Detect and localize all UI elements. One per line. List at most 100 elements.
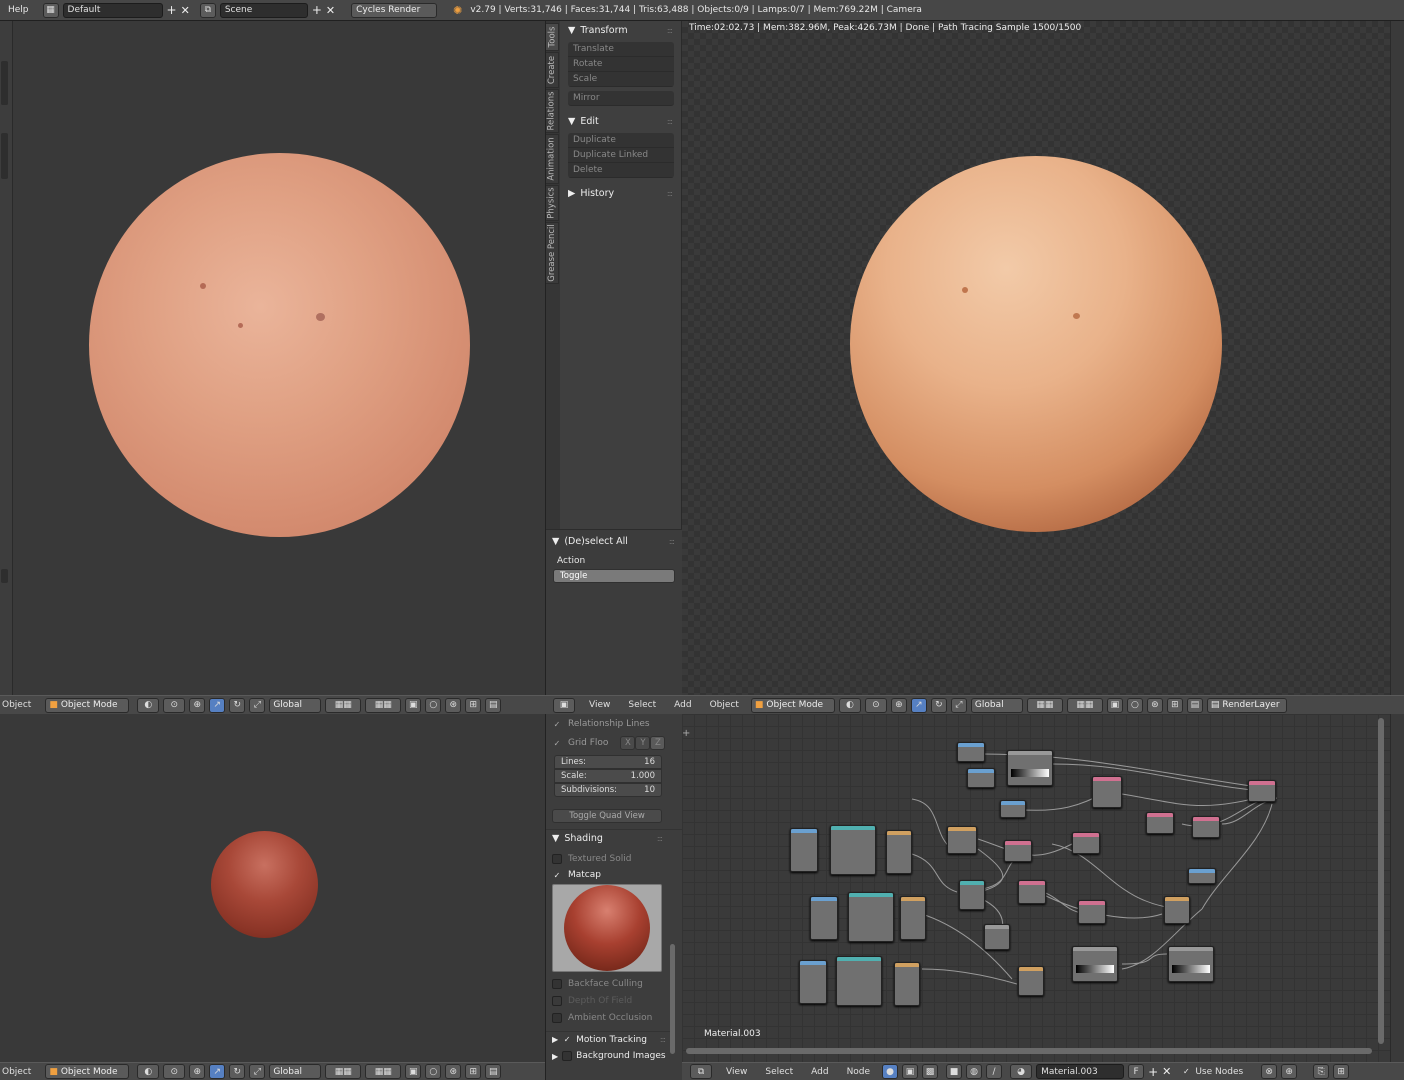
mode-select[interactable]: ■ Object Mode	[45, 1064, 130, 1079]
background-images-row[interactable]: ▶ Background Images	[546, 1048, 671, 1064]
node-menu[interactable]: Node	[847, 1067, 871, 1077]
node-math-4[interactable]	[900, 896, 926, 940]
viewport-bottom-left[interactable]	[0, 714, 545, 1062]
translate-icon[interactable]: ↗	[209, 1064, 226, 1079]
matcap-sphere-object[interactable]	[211, 831, 318, 938]
add-menu[interactable]: Add	[674, 700, 691, 710]
node-math-2[interactable]	[947, 826, 977, 854]
viewport-top-left[interactable]	[0, 21, 545, 695]
snap-icon[interactable]: ⊛	[445, 697, 462, 713]
node-mapping-1[interactable]	[790, 828, 818, 872]
orientation-select[interactable]: Global	[269, 1064, 322, 1079]
select-menu[interactable]: Select	[628, 700, 656, 710]
layers2-icon[interactable]: ▦▦	[365, 697, 402, 713]
texture-nodes-icon[interactable]: ▩	[922, 1064, 939, 1079]
node-mapping-3[interactable]	[799, 960, 827, 1004]
lock-icon[interactable]: ▣	[405, 697, 422, 713]
mirror-button[interactable]: Mirror	[568, 91, 674, 106]
node-hscrollbar[interactable]	[686, 1048, 1372, 1054]
check-icon[interactable]: ✓	[552, 719, 562, 729]
tab-create[interactable]: Create	[546, 52, 559, 88]
tab-relations[interactable]: Relations	[546, 89, 559, 133]
duplicate-button[interactable]: Duplicate	[568, 133, 674, 148]
node-texture-2[interactable]	[967, 768, 995, 788]
node-math-1[interactable]	[886, 830, 912, 874]
world-shader-icon[interactable]: ◍	[966, 1064, 983, 1079]
render-layer-select[interactable]: ▤ RenderLayer	[1206, 697, 1287, 713]
textured-solid-row[interactable]: Textured Solid	[546, 851, 682, 867]
node-math-6[interactable]	[1018, 966, 1044, 996]
lock-icon[interactable]: ▣	[1106, 697, 1123, 713]
select-menu[interactable]: Select	[765, 1067, 793, 1077]
motion-tracking-row[interactable]: ▶ ✓ Motion Tracking:::	[546, 1031, 671, 1047]
tab-animation[interactable]: Animation	[546, 134, 559, 184]
node-shader-3[interactable]	[1192, 816, 1220, 838]
grid-subdivisions-field[interactable]: Subdivisions: 10	[554, 783, 662, 797]
add-layout-icon[interactable]: +	[167, 3, 177, 17]
node-group-3[interactable]	[836, 956, 882, 1006]
node-shader-1[interactable]	[1092, 776, 1122, 808]
add-material-icon[interactable]: +	[1148, 1065, 1158, 1079]
action-select[interactable]: Toggle	[553, 569, 675, 583]
snap-target-icon[interactable]: ⊞	[465, 697, 482, 713]
node-mix-1[interactable]	[959, 880, 985, 910]
shading-panel-header[interactable]: ▼ Shading:::	[546, 829, 682, 847]
node-math-3[interactable]	[1164, 896, 1190, 924]
checkbox-icon[interactable]	[562, 1051, 573, 1061]
node-shader-6[interactable]	[1018, 880, 1046, 904]
expand-toolshelf-icon[interactable]: +	[682, 728, 690, 739]
material-name-field[interactable]: Material.003	[1036, 1064, 1125, 1079]
copy-nodes-icon[interactable]: ⎘	[1313, 1064, 1330, 1079]
duplicate-linked-button[interactable]: Duplicate Linked	[568, 148, 674, 163]
node-group-1[interactable]	[830, 825, 876, 875]
scale-icon[interactable]: ⤢	[249, 697, 266, 713]
orientation-select[interactable]: Global	[269, 697, 322, 713]
axis-x-toggle[interactable]: X	[620, 736, 636, 750]
checkbox-icon[interactable]	[552, 1013, 562, 1023]
node-editor[interactable]: Material.003 +	[682, 714, 1390, 1062]
shading-icon[interactable]: ◐	[137, 697, 160, 713]
grid-lines-field[interactable]: Lines: 16	[554, 755, 662, 769]
translate-icon[interactable]: ↗	[209, 697, 226, 713]
render-viewport[interactable]: Time:02:02.73 | Mem:382.96M, Peak:426.73…	[682, 21, 1390, 695]
transform-panel-header[interactable]: ▼ Transform:::	[562, 21, 680, 39]
axis-z-toggle[interactable]: Z	[650, 736, 666, 750]
checkbox-icon[interactable]	[552, 996, 562, 1006]
layout-field[interactable]: Default	[62, 2, 163, 18]
manipulator-icon[interactable]: ⊕	[189, 1064, 206, 1079]
opengl-render-icon[interactable]: ▤	[485, 1064, 502, 1079]
node-group-2[interactable]	[848, 892, 894, 942]
axis-y-toggle[interactable]: Y	[635, 736, 651, 750]
toggle-quad-view-button[interactable]: Toggle Quad View	[552, 809, 662, 823]
node-colorramp-3[interactable]	[1168, 946, 1214, 982]
layers-icon[interactable]: ▦▦	[325, 697, 362, 713]
help-menu[interactable]: Help	[8, 5, 29, 15]
object-menu[interactable]: Object	[710, 700, 739, 710]
node-output[interactable]	[1248, 780, 1276, 802]
line-style-icon[interactable]: ∕	[986, 1064, 1003, 1079]
scene-field[interactable]: Scene	[219, 2, 308, 18]
lock-icon[interactable]: ▣	[405, 1064, 422, 1079]
add-scene-icon[interactable]: +	[312, 3, 322, 17]
view-menu[interactable]: View	[589, 700, 610, 710]
node-texture-4[interactable]	[1188, 868, 1216, 884]
node-texture-3[interactable]	[1000, 800, 1026, 818]
snap-icon[interactable]: ⊛	[445, 1064, 462, 1079]
rotate-icon[interactable]: ↻	[229, 1064, 246, 1079]
rotate-icon[interactable]: ↻	[930, 697, 947, 713]
snap-target-icon[interactable]: ⊞	[1166, 697, 1183, 713]
scale-icon[interactable]: ⤢	[249, 1064, 266, 1079]
tab-grease-pencil[interactable]: Grease Pencil	[546, 222, 559, 284]
unlink-material-icon[interactable]: ✕	[1162, 1065, 1171, 1078]
node-colorramp-2[interactable]	[1072, 946, 1118, 982]
paste-nodes-icon[interactable]: ⊞	[1333, 1064, 1350, 1079]
matcap-preview[interactable]	[552, 884, 662, 972]
opengl-render-icon[interactable]: ▤	[485, 697, 502, 713]
pivot-icon[interactable]: ⊙	[163, 1064, 186, 1079]
matcap-row[interactable]: ✓ Matcap	[546, 867, 682, 883]
add-menu[interactable]: Add	[811, 1067, 828, 1077]
collapsed-toolshelf[interactable]	[0, 21, 13, 695]
node-math-5[interactable]	[894, 962, 920, 1006]
node-shader-4[interactable]	[1004, 840, 1032, 862]
shading-icon[interactable]: ◐	[838, 697, 861, 713]
